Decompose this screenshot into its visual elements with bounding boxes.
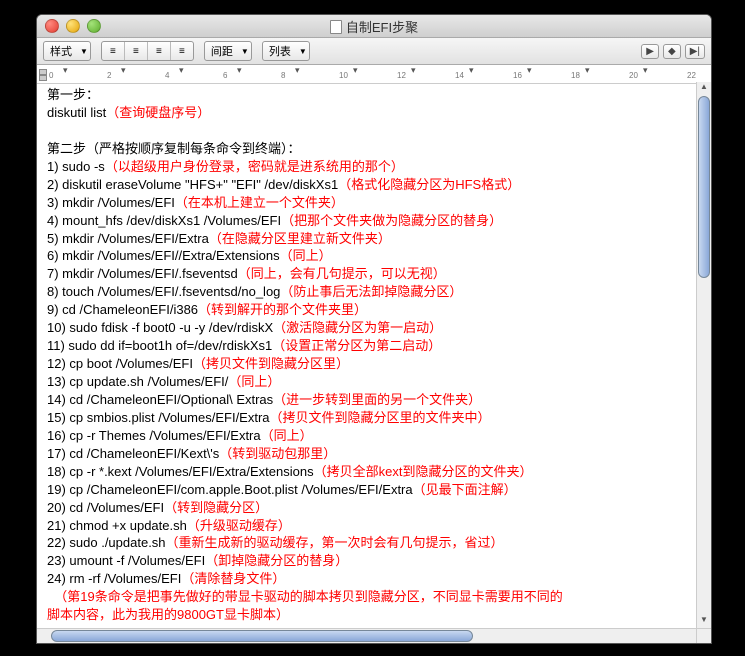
window-title: 自制EFI步聚 [37, 17, 711, 36]
record-icon[interactable]: ◆ [663, 44, 681, 59]
text-line: 脚本内容，此为我用的9800GT显卡脚本） [47, 606, 687, 624]
text-line: 14) cd /ChameleonEFI/Optional\ Extras（进一… [47, 391, 687, 409]
text-line: 16) cp -r Themes /Volumes/EFI/Extra（同上） [47, 427, 687, 445]
scroll-thumb[interactable] [698, 96, 710, 278]
text-line: 7) mkdir /Volumes/EFI/.fseventsd（同上，会有几句… [47, 265, 687, 283]
play-forward-icon[interactable]: ▶ [641, 44, 659, 59]
spacing-dropdown[interactable]: 间距 ▼ [204, 41, 252, 61]
text-line: 第一步： [47, 86, 687, 104]
scroll-thumb[interactable] [51, 630, 473, 642]
text-line: 12) cp boot /Volumes/EFI（拷贝文件到隐藏分区里） [47, 355, 687, 373]
text-line: diskutil list（查询硬盘序号） [47, 104, 687, 122]
chevron-down-icon: ▼ [80, 47, 88, 56]
text-line: 23) umount -f /Volumes/EFI（卸掉隐藏分区的替身） [47, 552, 687, 570]
text-line: 21) chmod +x update.sh（升级驱动缓存） [47, 517, 687, 535]
text-line: 19) cp /ChameleonEFI/com.apple.Boot.plis… [47, 481, 687, 499]
text-line: 第二步（严格按顺序复制每条命令到终端）： [47, 140, 687, 158]
text-line: 22) sudo ./update.sh（重新生成新的驱动缓存，第一次时会有几句… [47, 534, 687, 552]
text-line: 24) rm -rf /Volumes/EFI（清除替身文件） [47, 570, 687, 588]
text-line: 5) mkdir /Volumes/EFI/Extra（在隐藏分区里建立新文件夹… [47, 230, 687, 248]
text-line: 4) mount_hfs /dev/diskXs1 /Volumes/EFI（把… [47, 212, 687, 230]
align-left-icon[interactable]: ≡ [102, 42, 125, 60]
text-line: 10) sudo fdisk -f boot0 -u -y /dev/rdisk… [47, 319, 687, 337]
margin-marker-icon[interactable] [39, 75, 47, 81]
alignment-segmented[interactable]: ≡ ≡ ≡ ≡ [101, 41, 194, 61]
align-justify-icon[interactable]: ≡ [171, 42, 193, 60]
text-line: 15) cp smbios.plist /Volumes/EFI/Extra（拷… [47, 409, 687, 427]
text-line: 9) cd /ChameleonEFI/i386（转到解开的那个文件夹里） [47, 301, 687, 319]
text-line: 20) cd /Volumes/EFI（转到隐藏分区） [47, 499, 687, 517]
text-line: （第19条命令是把事先做好的带显卡驱动的脚本拷贝到隐藏分区，不同显卡需要用不同的 [47, 588, 687, 606]
nav-controls: ▶ ◆ ▶| [641, 44, 705, 59]
text-line: 18) cp -r *.kext /Volumes/EFI/Extra/Exte… [47, 463, 687, 481]
chevron-down-icon: ▼ [241, 47, 249, 56]
text-line: 17) cd /ChameleonEFI/Kext\'s（转到驱动包那里） [47, 445, 687, 463]
document-icon [330, 20, 342, 34]
text-line: 2) diskutil eraseVolume "HFS+" "EFI" /de… [47, 176, 687, 194]
text-line: 1) sudo -s（以超级用户身份登录，密码就是进系统用的那个） [47, 158, 687, 176]
titlebar[interactable]: 自制EFI步聚 [37, 15, 711, 38]
align-center-icon[interactable]: ≡ [125, 42, 148, 60]
toolbar: 样式 ▼ ≡ ≡ ≡ ≡ 间距 ▼ 列表 ▼ ▶ ◆ ▶| [37, 38, 711, 65]
resize-corner-icon[interactable] [696, 628, 711, 643]
scroll-down-icon[interactable]: ▼ [697, 615, 711, 629]
text-line: 13) cp update.sh /Volumes/EFI/（同上） [47, 373, 687, 391]
style-dropdown[interactable]: 样式 ▼ [43, 41, 91, 61]
text-line: 6) mkdir /Volumes/EFI//Extra/Extensions（… [47, 247, 687, 265]
document-content[interactable]: 第一步： diskutil list（查询硬盘序号） 第二步（严格按顺序复制每条… [37, 82, 697, 629]
text-line: 3) mkdir /Volumes/EFI（在本机上建立一个文件夹） [47, 194, 687, 212]
align-right-icon[interactable]: ≡ [148, 42, 171, 60]
scroll-up-icon[interactable]: ▲ [697, 82, 711, 96]
horizontal-scrollbar[interactable] [37, 628, 697, 643]
text-line: 11) sudo dd if=boot1h of=/dev/rdiskXs1（设… [47, 337, 687, 355]
window: 自制EFI步聚 样式 ▼ ≡ ≡ ≡ ≡ 间距 ▼ 列表 ▼ ▶ ◆ ▶| [36, 14, 712, 644]
text-line: 8) touch /Volumes/EFI/.fseventsd/no_log（… [47, 283, 687, 301]
chevron-down-icon: ▼ [299, 47, 307, 56]
list-dropdown[interactable]: 列表 ▼ [262, 41, 310, 61]
skip-icon[interactable]: ▶| [685, 44, 705, 59]
vertical-scrollbar[interactable]: ▲ ▼ [696, 82, 711, 629]
text-line [47, 122, 687, 140]
